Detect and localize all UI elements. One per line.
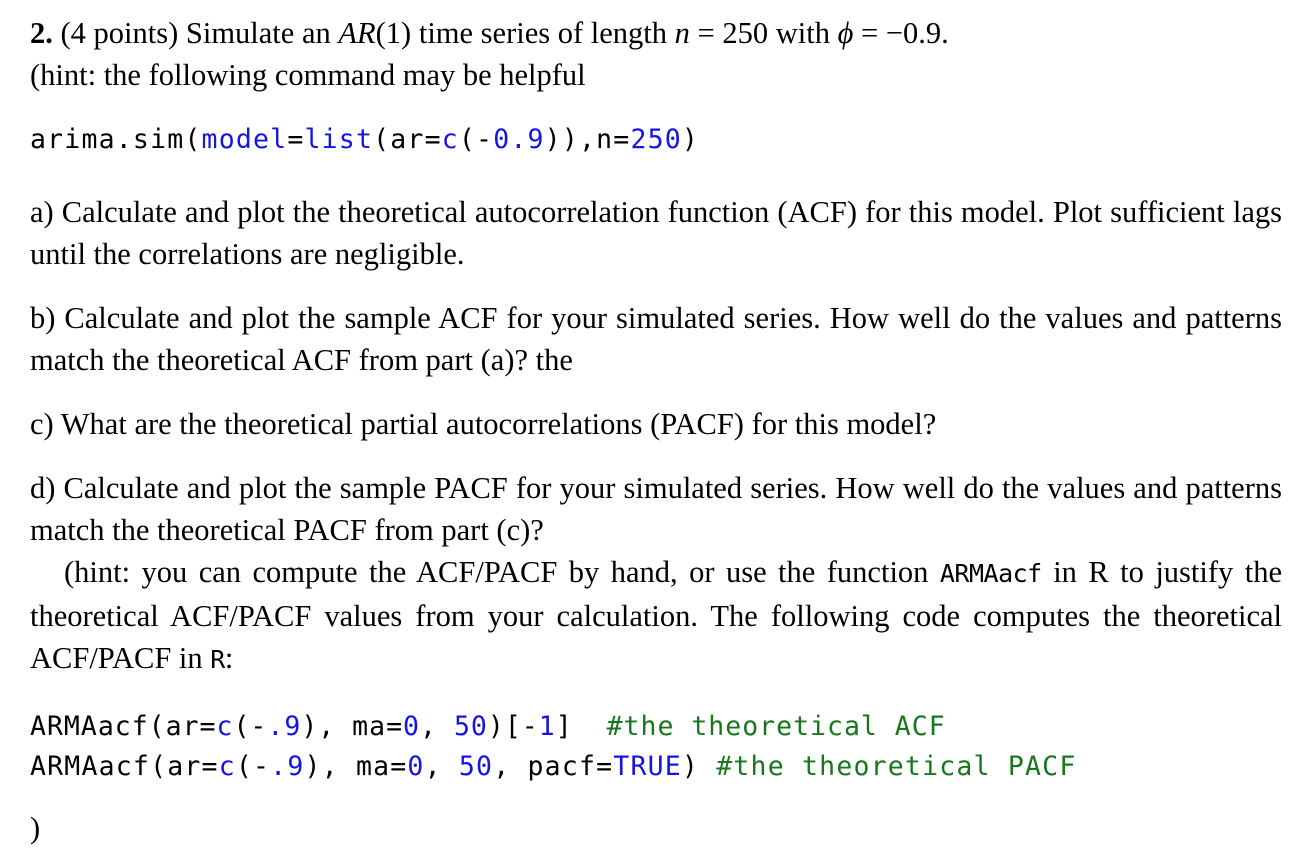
code-token-fn: arima.sim( <box>30 124 202 155</box>
hint-command-line: (hint: the following command may be help… <box>30 58 586 92</box>
acf-token-phi: .9 <box>267 711 302 742</box>
code-token-phi-value: 0.9 <box>493 124 545 155</box>
hint-text-1: (hint: you can compute the ACF/PACF by h… <box>64 555 940 589</box>
code-token-model: model <box>201 124 288 155</box>
code-token-n-value: 250 <box>630 124 682 155</box>
part-d-hint: (hint: you can compute the ACF/PACF by h… <box>30 551 1282 681</box>
ar-order: (1) <box>375 16 412 50</box>
acf-token-index-close: ] <box>555 711 607 742</box>
pacf-token-close: ) <box>681 751 717 782</box>
code-token-c: c <box>441 124 459 155</box>
acf-token-openneg: (- <box>233 711 268 742</box>
code-armaacf-pacf: ARMAacf(ar=c(-.9), ma=0, 50, pacf=TRUE) … <box>30 747 1282 787</box>
pacf-token-arg: , pacf= <box>493 751 614 782</box>
code-armaacf-acf: ARMAacf(ar=c(-.9), ma=0, 50)[-1] #the th… <box>30 707 1282 747</box>
n-equals: = <box>689 16 723 50</box>
armaacf-function-name: ARMAacf <box>939 559 1042 588</box>
hint-text-3: : <box>224 641 234 675</box>
code-token-ar: (ar= <box>373 124 442 155</box>
part-b: b) Calculate and plot the sample ACF for… <box>30 301 1282 377</box>
pacf-token-ma-value: 0 <box>407 751 425 782</box>
acf-comment: #the theoretical ACF <box>606 711 946 742</box>
pacf-token-phi: .9 <box>270 751 305 782</box>
phi-symbol: ϕ <box>837 16 854 50</box>
pacf-token-c: c <box>218 751 236 782</box>
acf-token-fn: ARMAacf(ar= <box>30 711 217 742</box>
acf-token-ma: ), ma= <box>301 711 404 742</box>
statement-pre: Simulate an <box>185 16 339 50</box>
part-c: c) What are the theoretical partial auto… <box>30 407 937 441</box>
phi-value: −0.9. <box>885 16 949 50</box>
problem-points: (4 points) <box>60 16 179 50</box>
pacf-comment: #the theoretical PACF <box>716 751 1077 782</box>
problem-number: 2. <box>30 16 53 50</box>
acf-token-ma-value: 0 <box>403 711 421 742</box>
pacf-token-lag: 50 <box>458 751 494 782</box>
r-language-name: R <box>210 645 225 674</box>
pacf-token-ma: ), ma= <box>304 751 408 782</box>
code-token-eq1: = <box>287 124 305 155</box>
code-arima-sim: arima.sim(model=list(ar=c(-0.9)),n=250) <box>30 120 1282 160</box>
code-token-closen: )),n= <box>544 124 631 155</box>
code-token-close: ) <box>681 124 700 155</box>
acf-token-comma: , <box>420 711 454 742</box>
n-symbol: n <box>674 16 690 50</box>
part-d: d) Calculate and plot the sample PACF fo… <box>30 471 1282 547</box>
statement-mid: time series of length <box>411 16 675 50</box>
problem-statement: 2. (4 points) Simulate an AR(1) time ser… <box>30 12 1282 54</box>
acf-token-index-open: )[- <box>487 711 539 742</box>
pacf-token-true: TRUE <box>613 751 682 782</box>
closing-paren: ) <box>30 811 41 845</box>
part-a: a) Calculate and plot the theoretical au… <box>30 195 1282 271</box>
acf-token-c: c <box>216 711 234 742</box>
statement-with: with <box>768 16 838 50</box>
phi-equals: = <box>853 16 886 50</box>
pacf-token-comma: , <box>424 751 459 782</box>
acf-token-lag: 50 <box>453 711 488 742</box>
code-token-openneg: (- <box>458 124 494 155</box>
acf-token-index-value: 1 <box>538 711 556 742</box>
code-token-list: list <box>304 124 374 155</box>
pacf-token-openneg: (- <box>235 751 271 782</box>
ar-symbol: AR <box>338 16 376 50</box>
n-value: 250 <box>722 16 769 50</box>
document-page: 2. (4 points) Simulate an AR(1) time ser… <box>0 0 1300 854</box>
pacf-token-fn: ARMAacf(ar= <box>30 751 219 782</box>
